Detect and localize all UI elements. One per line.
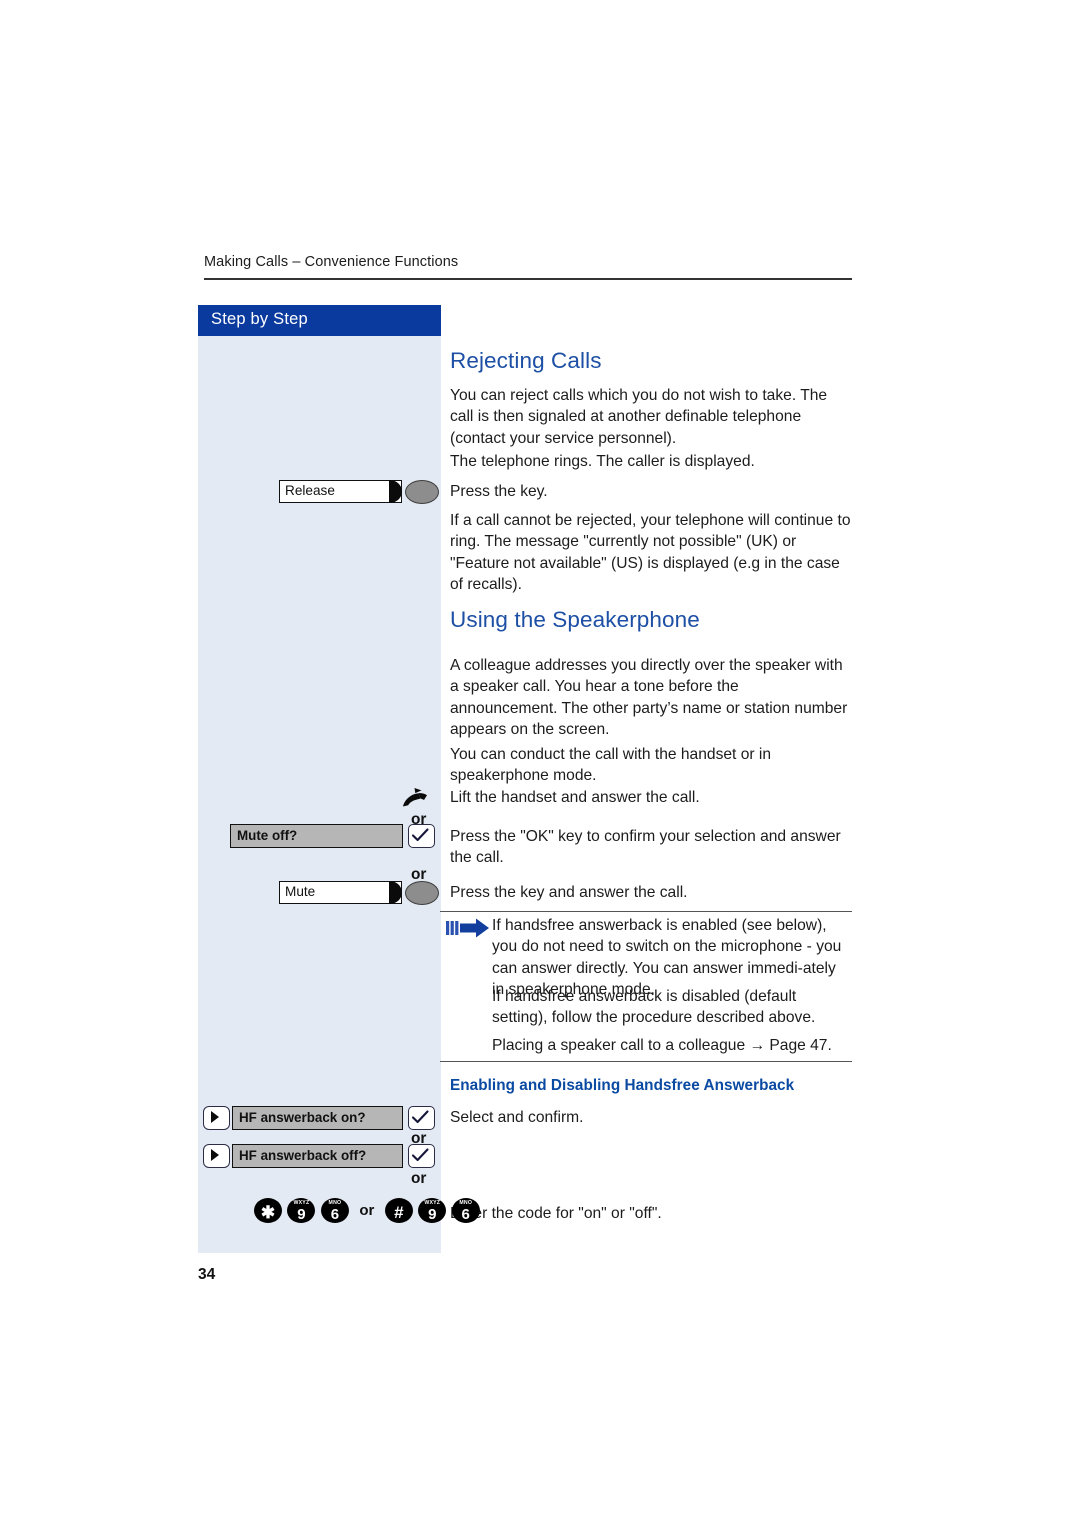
handsfree-paragraph-2: Enter the code for "on" or "off".: [450, 1205, 662, 1222]
keypad-key-6a-letters: MNO: [328, 1199, 342, 1206]
handsfree-paragraph-1: Select and confirm.: [450, 1109, 584, 1126]
checkmark-icon: [411, 1148, 429, 1162]
keypad-key-star[interactable]: ✱: [254, 1198, 282, 1223]
heading-rejecting-calls: Rejecting Calls: [450, 348, 602, 373]
checkmark-icon: [411, 1110, 429, 1124]
hf-on-confirm-ok-key[interactable]: [408, 1106, 435, 1130]
header-divider: [204, 278, 852, 280]
keypad-key-star-glyph: ✱: [260, 1203, 276, 1222]
sidebar-title-label: Step by Step: [211, 310, 308, 328]
mute-key-label: Mute: [285, 884, 316, 899]
note-paragraph-2: If handsfree answerback is disabled (def…: [492, 988, 816, 1027]
mute-key-labelbox: Mute: [279, 881, 402, 904]
keypad-key-hash[interactable]: #: [384, 1198, 413, 1223]
keypad-key-9a[interactable]: WXYZ 9: [287, 1198, 316, 1223]
keypad-key-6b[interactable]: MNO 6: [451, 1198, 480, 1223]
hf-off-confirm-ok-key[interactable]: [408, 1144, 435, 1168]
speakerphone-paragraph-1: A colleague addresses you directly over …: [450, 657, 848, 739]
heading-using-the-speakerphone: Using the Speakerphone: [450, 607, 700, 632]
keypad-key-9b-glyph: 9: [428, 1206, 437, 1223]
mute-key-lamp-icon[interactable]: [405, 881, 439, 905]
keypad-or-separator: or: [359, 1202, 375, 1219]
keypad-key-6b-glyph: 6: [461, 1206, 470, 1223]
note-arrow-icon: [446, 917, 492, 941]
hf-answerback-off-label: HF answerback off?: [239, 1147, 367, 1163]
rejecting-calls-paragraph-4: If a call cannot be rejected, your telep…: [450, 512, 851, 594]
keypad-key-6a-glyph: 6: [330, 1206, 340, 1223]
mute-off-softkey-label: Mute off?: [237, 827, 298, 843]
navigation-right-icon: [211, 1149, 219, 1161]
heading-enabling-disabling-handsfree-answerback: Enabling and Disabling Handsfree Answerb…: [450, 1077, 795, 1094]
mute-off-softkey[interactable]: Mute off?: [230, 824, 403, 848]
manual-page: Making Calls – Convenience Functions Ste…: [0, 0, 1080, 1528]
keypad-code-sequence[interactable]: ✱ WXYZ 9 MNO 6 or # WXYZ 9 MNO 6: [254, 1198, 481, 1223]
running-header: Making Calls – Convenience Functions: [204, 254, 459, 270]
release-key[interactable]: Release: [279, 480, 439, 505]
page-number: 34: [198, 1266, 216, 1283]
keypad-key-9a-letters: WXYZ: [293, 1199, 310, 1206]
rejecting-calls-paragraph-1: You can reject calls which you do not wi…: [450, 387, 828, 447]
keypad-key-9a-glyph: 9: [297, 1206, 306, 1223]
mute-key[interactable]: Mute: [279, 881, 439, 906]
speakerphone-paragraph-4: Press the "OK" key to confirm your selec…: [450, 828, 841, 867]
hf-answerback-on-softkey[interactable]: HF answerback on?: [232, 1106, 403, 1130]
checkmark-icon: [411, 828, 429, 842]
keypad-key-6b-letters: MNO: [459, 1199, 473, 1206]
sidebar-title-bar: Step by Step: [198, 305, 441, 336]
or-separator-4: or: [411, 1170, 427, 1187]
speakerphone-paragraph-2: You can conduct the call with the handse…: [450, 746, 772, 785]
release-key-labelbox: Release: [279, 480, 402, 503]
speakerphone-paragraph-5: Press the key and answer the call.: [450, 884, 688, 901]
note-paragraph-3: Placing a speaker call to a colleague → …: [492, 1037, 832, 1054]
note-top-divider: [440, 911, 852, 913]
keypad-key-9b-letters: WXYZ: [424, 1199, 441, 1206]
note-bottom-divider: [440, 1061, 852, 1063]
speakerphone-paragraph-3: Lift the handset and answer the call.: [450, 789, 700, 806]
keypad-key-hash-glyph: #: [394, 1203, 404, 1222]
hf-answerback-off-softkey[interactable]: HF answerback off?: [232, 1144, 403, 1168]
release-key-label: Release: [285, 483, 335, 498]
navigation-right-icon: [211, 1111, 219, 1123]
rejecting-calls-paragraph-3: Press the key.: [450, 483, 548, 500]
lifted-handset-icon: [400, 787, 434, 811]
release-key-lamp-icon[interactable]: [405, 480, 439, 504]
mute-off-confirm-ok-key[interactable]: [408, 824, 435, 848]
rejecting-calls-paragraph-2: The telephone rings. The caller is displ…: [450, 453, 755, 470]
keypad-key-6a[interactable]: MNO 6: [320, 1198, 349, 1223]
hf-off-navigation-key[interactable]: [203, 1144, 230, 1168]
keypad-key-9b[interactable]: WXYZ 9: [418, 1198, 447, 1223]
hf-answerback-on-label: HF answerback on?: [239, 1109, 366, 1125]
hf-on-navigation-key[interactable]: [203, 1106, 230, 1130]
